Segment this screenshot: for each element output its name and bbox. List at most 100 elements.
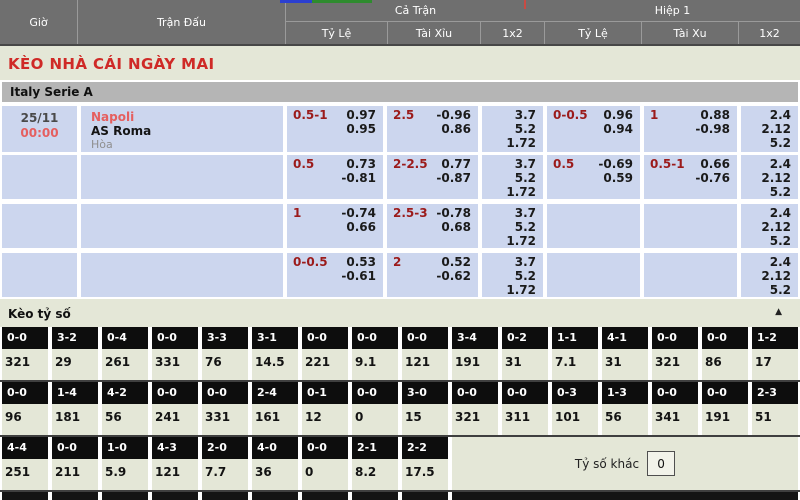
score-odds-cell[interactable]: 0-3 101 [552,382,598,435]
odds-cell[interactable]: 2.4 2.12 5.2 [741,106,798,152]
score-label: 0-0 [652,382,698,404]
score-odds-cell[interactable]: 1-4 181 [52,382,98,435]
score-odds-cell[interactable]: 0-0 121 [402,327,448,380]
score-odd-value: 101 [552,404,598,435]
away-team[interactable]: AS Roma [91,124,283,138]
odds-value: -0.61 [341,269,376,283]
odds-cell[interactable]: 2.4 2.12 5.2 [741,204,798,248]
score-odds-cell[interactable]: 0-0 221 [302,327,348,380]
odds-value: 2.4 [761,108,791,122]
odds-cell[interactable]: 0.5 -0.69 0.59 [547,155,640,199]
score-label: 2-2 [402,437,448,459]
odds-cell[interactable]: 1 -0.74 0.66 [287,204,383,248]
score-odds-cell[interactable]: 0-0 0 [302,437,348,490]
odds-value: 2.12 [761,269,791,283]
odds-value: -0.69 [598,157,633,171]
odds-value: -0.98 [695,122,730,136]
score-odds-cell[interactable]: 0-0 321 [2,327,48,380]
collapse-arrow-icon[interactable]: ▲ [775,307,782,317]
score-odds-cell[interactable]: 0-0 311 [502,382,548,435]
score-odds-cell[interactable]: 4-1 31 [602,327,648,380]
score-odds-cell[interactable]: 3-2 29 [52,327,98,380]
correct-score-table: 0-0 321 3-2 29 0-4 261 0-0 331 3-3 76 [0,327,800,492]
score-odds-cell[interactable]: 0-0 211 [52,437,98,490]
score-odds-cell[interactable]: 1-3 56 [602,382,648,435]
odds-cell[interactable]: 0-0.5 0.53 -0.61 [287,253,383,297]
odds-values: 0.52 -0.62 [436,255,471,283]
odds-cell[interactable]: 0-0.5 0.96 0.94 [547,106,640,152]
odds-value: 0.66 [695,157,730,171]
score-odds-cell[interactable]: 1-0 5.9 [102,437,148,490]
odds-value: -0.74 [341,206,376,220]
odds-cell[interactable]: 2.4 2.12 5.2 [741,155,798,199]
match-date: 25/11 [2,111,77,126]
home-team[interactable]: Napoli [91,110,283,124]
odds-cell[interactable]: 2-2.5 0.77 -0.87 [387,155,478,199]
odds-values: 2.4 2.12 5.2 [761,255,791,297]
odds-cell[interactable]: 3.7 5.2 1.72 [482,204,543,248]
score-odds-cell[interactable]: 1-1 7.1 [552,327,598,380]
score-odds-cell[interactable]: 3-3 76 [202,327,248,380]
odds-cell[interactable]: 2 0.52 -0.62 [387,253,478,297]
score-odds-cell[interactable]: 3-1 14.5 [252,327,298,380]
score-odds-cell[interactable]: 0-4 261 [102,327,148,380]
odds-cell[interactable]: 0.5-1 0.66 -0.76 [644,155,737,199]
other-score-input[interactable] [647,451,675,476]
score-odd-value: 31 [602,349,648,380]
odds-cell[interactable]: 2.4 2.12 5.2 [741,253,798,297]
odds-cell[interactable]: 3.7 5.2 1.72 [482,155,543,199]
score-label: 0-0 [302,327,348,349]
score-odds-cell[interactable]: 0-0 321 [452,382,498,435]
match-teams-cell[interactable]: Napoli AS Roma Hòa [81,106,283,152]
score-odds-cell[interactable]: 4-3 121 [152,437,198,490]
score-odds-cell[interactable]: 4-0 36 [252,437,298,490]
odds-value: 2.12 [761,220,791,234]
odds-cell[interactable]: 2.5-3 -0.78 0.68 [387,204,478,248]
handicap-line: 0.5 [293,157,314,172]
odds-cell[interactable] [644,253,737,297]
score-odds-cell[interactable]: 3-0 15 [402,382,448,435]
score-odds-cell[interactable]: 0-0 191 [702,382,748,435]
odds-cell[interactable]: 2.5 -0.96 0.86 [387,106,478,152]
score-odds-cell[interactable]: 0-0 241 [152,382,198,435]
score-odds-cell[interactable]: 0-0 321 [652,327,698,380]
odds-cell[interactable] [547,253,640,297]
score-label: 0-0 [2,382,48,404]
score-odds-cell[interactable]: 0-2 31 [502,327,548,380]
odds-cell[interactable] [644,204,737,248]
odds-cell[interactable]: 3.7 5.2 1.72 [482,106,543,152]
score-odds-cell[interactable]: 0-0 86 [702,327,748,380]
score-odds-cell[interactable]: 0-0 341 [652,382,698,435]
odds-values: 0.73 -0.81 [341,157,376,185]
score-label: 0-0 [52,437,98,459]
score-odds-cell[interactable]: 0-0 9.1 [352,327,398,380]
score-odds-cell[interactable]: 2-3 51 [752,382,798,435]
odds-cell[interactable] [547,204,640,248]
odds-cell[interactable]: 1 0.88 -0.98 [644,106,737,152]
odds-value: 3.7 [506,108,536,122]
score-odds-cell[interactable]: 4-4 251 [2,437,48,490]
score-label: 0-0 [302,437,348,459]
score-odds-cell[interactable]: 2-4 161 [252,382,298,435]
odds-cell[interactable]: 0.5-1 0.97 0.95 [287,106,383,152]
score-odds-cell[interactable]: 2-0 7.7 [202,437,248,490]
odds-cell[interactable]: 0.5 0.73 -0.81 [287,155,383,199]
score-odds-cell[interactable]: 2-1 8.2 [352,437,398,490]
score-odds-cell[interactable]: 3-4 191 [452,327,498,380]
score-odds-cell[interactable]: 2-2 17.5 [402,437,448,490]
score-odds-cell[interactable]: 0-0 0 [352,382,398,435]
column-header-time: Giờ [0,0,78,44]
score-odds-cell[interactable]: 0-0 331 [202,382,248,435]
score-label: 1-0 [102,437,148,459]
score-odds-cell[interactable]: 0-1 12 [302,382,348,435]
score-odds-cell[interactable]: 0-0 96 [2,382,48,435]
score-label: 4-3 [152,437,198,459]
score-odds-cell[interactable]: 1-2 17 [752,327,798,380]
odds-value: 2.12 [761,122,791,136]
odds-value: 5.2 [506,122,536,136]
score-odd-value: 121 [152,459,198,490]
score-odds-cell[interactable]: 0-0 331 [152,327,198,380]
score-odds-cell[interactable]: 4-2 56 [102,382,148,435]
odds-values: 2.4 2.12 5.2 [761,108,791,150]
odds-cell[interactable]: 3.7 5.2 1.72 [482,253,543,297]
